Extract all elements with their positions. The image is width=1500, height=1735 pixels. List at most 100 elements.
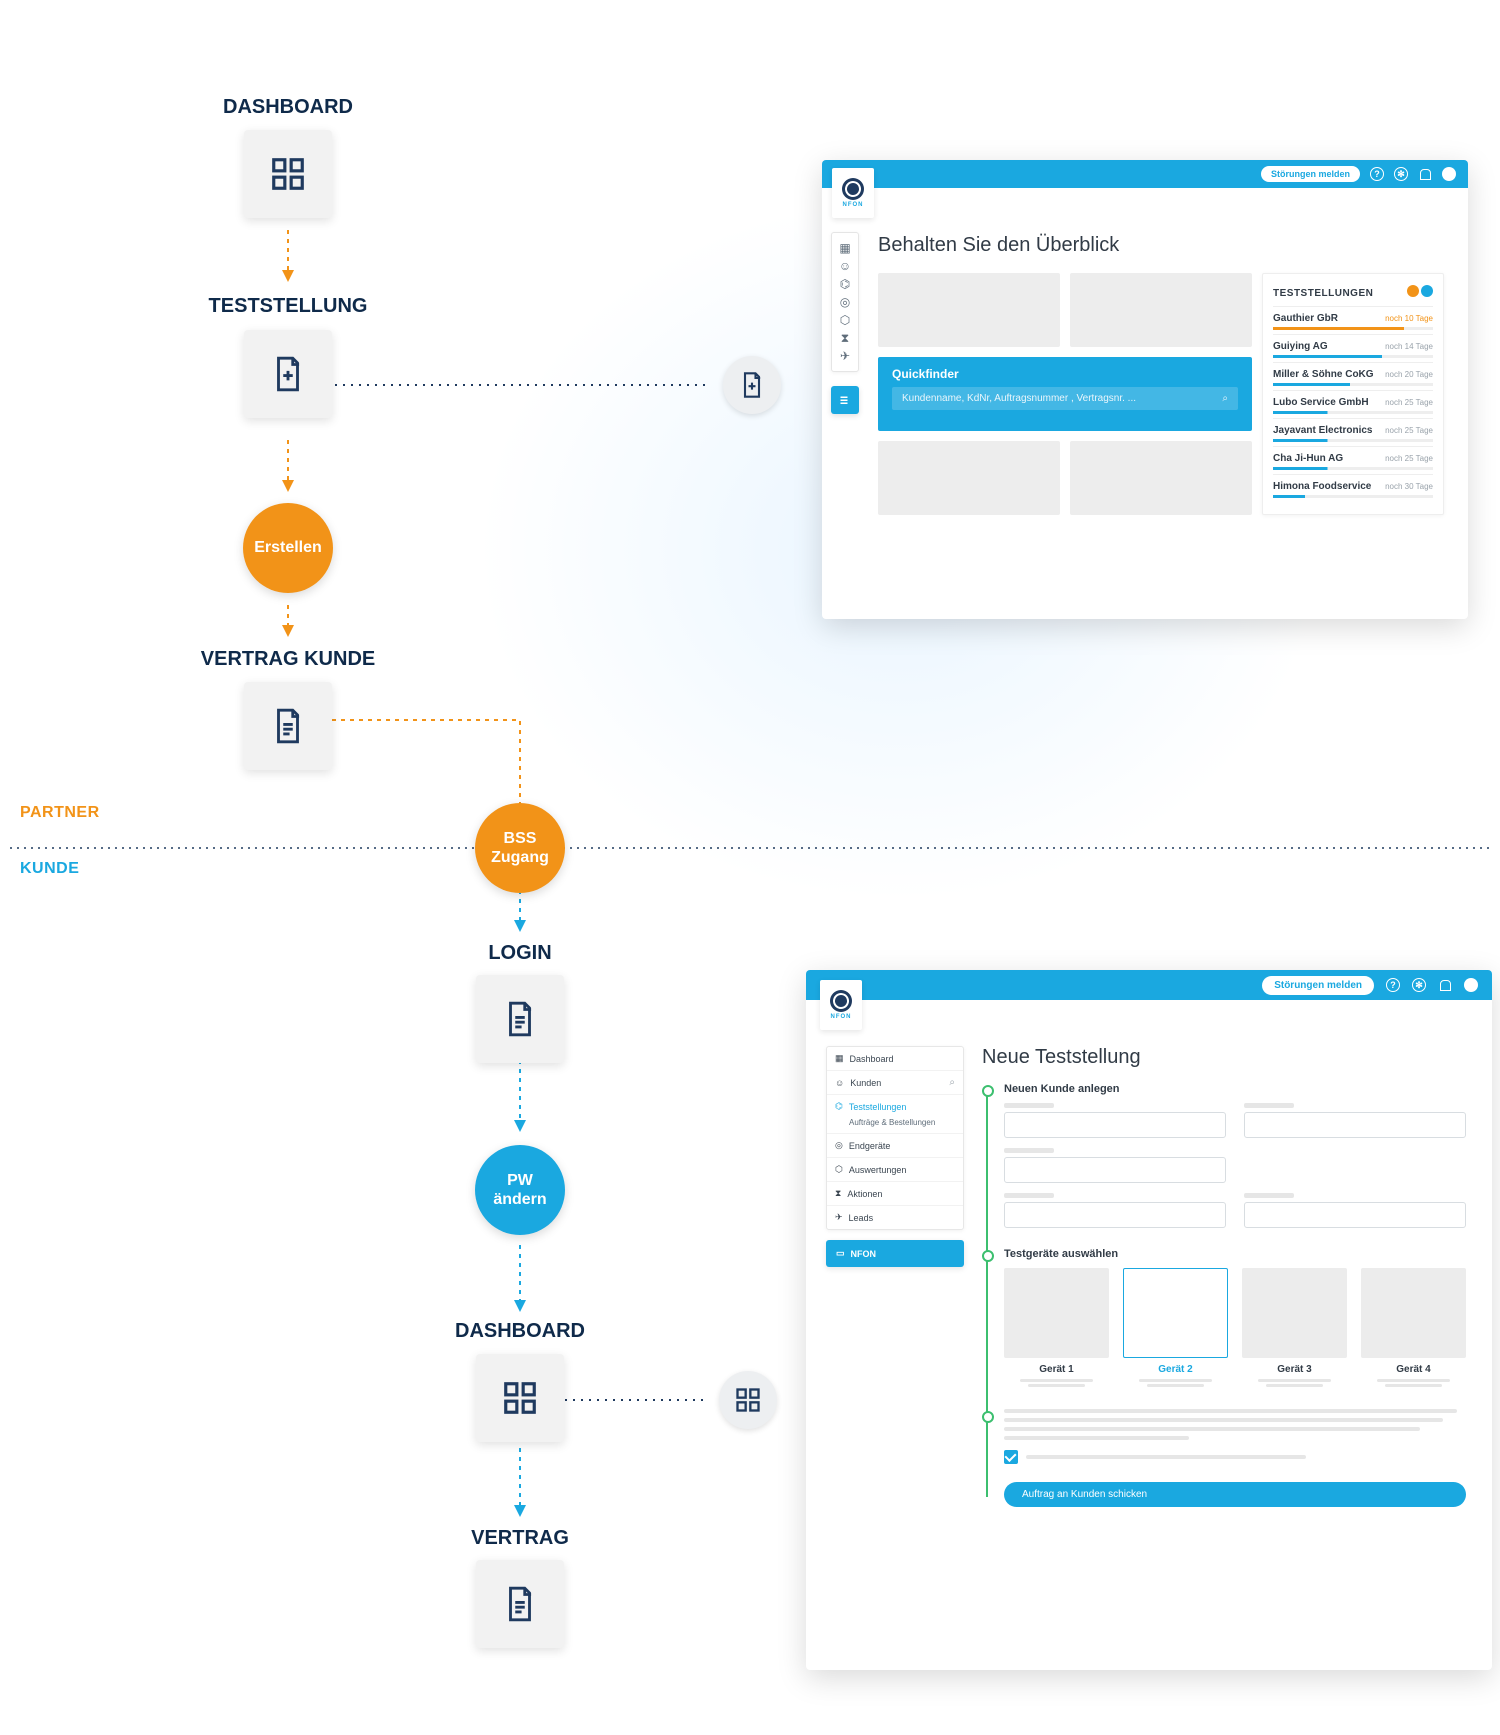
text-input[interactable] xyxy=(1004,1112,1226,1138)
section-label-partner: PARTNER xyxy=(20,804,100,822)
form-step-2: Testgeräte auswählen Gerät 1Gerät 2Gerät… xyxy=(1004,1248,1466,1389)
submit-button[interactable]: Auftrag an Kunden schicken xyxy=(1004,1482,1466,1507)
bell-icon[interactable] xyxy=(1438,978,1452,992)
nav-leads-icon[interactable]: ✈ xyxy=(838,349,852,363)
user-icon[interactable] xyxy=(1464,978,1478,992)
report-issue-button[interactable]: Störungen melden xyxy=(1262,976,1374,995)
nav-reports-icon[interactable]: ⬡ xyxy=(838,313,852,327)
quickfinder-input[interactable]: Kundenname, KdNr, Auftragsnummer , Vertr… xyxy=(892,387,1238,410)
logo-mark xyxy=(842,178,864,200)
app-header: Störungen melden ? ✻ xyxy=(822,160,1468,188)
logo: NFON xyxy=(820,980,862,1030)
flow-node-dashboard2 xyxy=(476,1354,564,1442)
gear-icon[interactable]: ✻ xyxy=(1394,167,1408,181)
nav-actions-icon[interactable]: ⧗ xyxy=(838,331,852,345)
progress-bar: .p34::after{width:34%} xyxy=(1273,411,1433,414)
list-item[interactable]: Lubo Service GmbHnoch 25 Tage.p34::after… xyxy=(1273,390,1433,418)
sidebar-item-leads[interactable]: ✈Leads xyxy=(827,1205,963,1229)
teststellungen-list: TESTSTELLUNGEN Gauthier GbRnoch 10 Tage.… xyxy=(1262,273,1444,515)
sidebar-item-auswertungen[interactable]: ⬡Auswertungen xyxy=(827,1157,963,1181)
status-badge-blue xyxy=(1421,285,1433,297)
field-label xyxy=(1004,1193,1054,1198)
sidebar-item-endgeraete[interactable]: ◎Endgeräte xyxy=(827,1133,963,1157)
progress-bar: .p48::after{width:48%} xyxy=(1273,383,1433,386)
gear-icon[interactable]: ✻ xyxy=(1412,978,1426,992)
list-item[interactable]: Cha Ji-Hun AGnoch 25 Tage.p34::after{wid… xyxy=(1273,446,1433,474)
bell-icon[interactable] xyxy=(1418,167,1432,181)
list-item-meta: noch 25 Tage xyxy=(1385,398,1433,407)
sidebar-subitem[interactable]: Aufträge & Bestellungen xyxy=(827,1118,963,1133)
sidebar-item-dashboard[interactable]: ▦Dashboard xyxy=(827,1047,963,1070)
device-option[interactable]: Gerät 4 xyxy=(1361,1268,1466,1389)
flow-label-vertrag-kunde: VERTRAG KUNDE xyxy=(201,648,375,671)
quickfinder-title: Quickfinder xyxy=(892,367,1238,381)
help-icon[interactable]: ? xyxy=(1370,167,1384,181)
document-plus-icon xyxy=(269,355,307,393)
help-icon[interactable]: ? xyxy=(1386,978,1400,992)
flow-label-dashboard: DASHBOARD xyxy=(223,96,353,119)
timeline-line xyxy=(986,1087,988,1497)
list-item[interactable]: Gauthier GbRnoch 10 Tage.p82::after{widt… xyxy=(1273,306,1433,334)
list-item-name: Cha Ji-Hun AG xyxy=(1273,453,1343,464)
search-icon: ⌕ xyxy=(1222,393,1228,404)
sidebar-nfon-button[interactable]: ▭NFON xyxy=(826,1240,964,1267)
list-item[interactable]: Miller & Söhne CoKGnoch 20 Tage.p48::aft… xyxy=(1273,362,1433,390)
reports-icon: ⬡ xyxy=(835,1164,843,1175)
list-item-name: Jayavant Electronics xyxy=(1273,425,1373,436)
device-meta xyxy=(1123,1379,1228,1387)
grid-icon xyxy=(269,155,307,193)
app-header: Störungen melden ? ✻ xyxy=(806,970,1492,1000)
step-title: Testgeräte auswählen xyxy=(1004,1248,1466,1260)
nav-customers-icon[interactable]: ☺ xyxy=(838,259,852,273)
list-item-meta: noch 25 Tage xyxy=(1385,426,1433,435)
nav-collapse-button[interactable] xyxy=(831,386,859,414)
quickfinder-panel: Quickfinder Kundenname, KdNr, Auftragsnu… xyxy=(878,357,1252,431)
list-item-meta: noch 25 Tage xyxy=(1385,454,1433,463)
mini-node-plus xyxy=(723,356,781,414)
sidebar-item-teststellungen[interactable]: ⌬Teststellungen xyxy=(827,1094,963,1118)
device-thumbnail xyxy=(1242,1268,1347,1358)
list-item[interactable]: Guiying AGnoch 14 Tage.p68::after{width:… xyxy=(1273,334,1433,362)
list-item[interactable]: Himona Foodservicenoch 30 Tage.p20::afte… xyxy=(1273,474,1433,502)
nav-tests-icon[interactable]: ⌬ xyxy=(838,277,852,291)
flow-node-erstellen: Erstellen xyxy=(243,503,333,593)
list-item[interactable]: Jayavant Electronicsnoch 25 Tage.p34::af… xyxy=(1273,418,1433,446)
device-option[interactable]: Gerät 2 xyxy=(1123,1268,1228,1389)
document-icon xyxy=(501,1000,539,1038)
text-input[interactable] xyxy=(1244,1112,1466,1138)
page-title: Neue Teststellung xyxy=(982,1046,1466,1069)
user-icon[interactable] xyxy=(1442,167,1456,181)
device-option[interactable]: Gerät 3 xyxy=(1242,1268,1347,1389)
text-input[interactable] xyxy=(1004,1202,1226,1228)
checkbox[interactable] xyxy=(1004,1450,1018,1464)
nav-rail-menu: ▦ ☺ ⌬ ◎ ⬡ ⧗ ✈ xyxy=(831,232,859,372)
progress-bar: .p82::after{width:82%} xyxy=(1273,327,1433,330)
sidebar-menu: ▦Dashboard ☺Kunden⌕ ⌬Teststellungen Auft… xyxy=(826,1046,964,1230)
dashboard-card xyxy=(1070,441,1252,515)
grid-icon: ▦ xyxy=(835,1053,844,1064)
sidebar-item-kunden[interactable]: ☺Kunden⌕ xyxy=(827,1070,963,1094)
device-meta xyxy=(1361,1379,1466,1387)
device-name: Gerät 4 xyxy=(1361,1364,1466,1375)
status-badge-orange xyxy=(1407,285,1419,297)
report-issue-button[interactable]: Störungen melden xyxy=(1261,166,1360,182)
nav-devices-icon[interactable]: ◎ xyxy=(838,295,852,309)
list-item-name: Himona Foodservice xyxy=(1273,481,1371,492)
device-thumbnail xyxy=(1361,1268,1466,1358)
sidebar-item-aktionen[interactable]: ⧗Aktionen xyxy=(827,1181,963,1205)
nav-dashboard-icon[interactable]: ▦ xyxy=(838,241,852,255)
user-icon: ☺ xyxy=(835,1078,844,1088)
flow-node-vertrag-kunde xyxy=(244,682,332,770)
leads-icon: ✈ xyxy=(835,1212,843,1223)
flow-label-dashboard2: DASHBOARD xyxy=(455,1320,585,1343)
mini-node-grid xyxy=(719,1371,777,1429)
device-option[interactable]: Gerät 1 xyxy=(1004,1268,1109,1389)
paragraph-placeholder xyxy=(1004,1409,1466,1440)
text-input[interactable] xyxy=(1244,1202,1466,1228)
list-item-name: Guiying AG xyxy=(1273,341,1328,352)
form-step-1: Neuen Kunde anlegen xyxy=(1004,1083,1466,1228)
search-icon[interactable]: ⌕ xyxy=(949,1077,955,1088)
progress-bar: .p68::after{width:68%} xyxy=(1273,355,1433,358)
text-input[interactable] xyxy=(1004,1157,1226,1183)
list-title: TESTSTELLUNGEN xyxy=(1273,288,1373,299)
